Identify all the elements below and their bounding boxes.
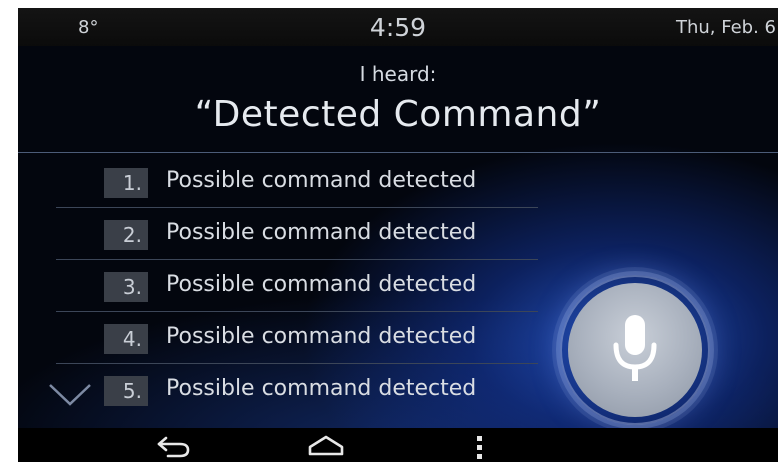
command-item-1[interactable]: 1. Possible command detected: [56, 156, 538, 208]
command-label: Possible command detected: [166, 168, 477, 193]
heard-label: I heard:: [359, 62, 437, 86]
command-number: 2.: [104, 220, 148, 250]
command-number: 4.: [104, 324, 148, 354]
clock: 4:59: [369, 13, 427, 42]
chevron-down-icon[interactable]: [48, 382, 92, 408]
more-vertical-icon[interactable]: [470, 434, 490, 459]
status-bar: 8° 4:59 Thu, Feb. 6: [18, 8, 778, 46]
command-item-2[interactable]: 2. Possible command detected: [56, 208, 538, 260]
command-item-4[interactable]: 4. Possible command detected: [56, 312, 538, 364]
date: Thu, Feb. 6: [675, 17, 776, 38]
command-label: Possible command detected: [166, 324, 477, 349]
command-number: 3.: [104, 272, 148, 302]
navigation-bar: [18, 428, 778, 462]
voice-command-screen: 8° 4:59 Thu, Feb. 6 I heard: “Detected C…: [18, 8, 778, 462]
microphone-button[interactable]: [568, 283, 702, 417]
detected-command: “Detected Command”: [194, 94, 602, 135]
divider: [18, 152, 778, 153]
home-icon[interactable]: [304, 434, 348, 458]
microphone-icon: [613, 315, 657, 381]
command-number: 1.: [104, 168, 148, 198]
command-label: Possible command detected: [166, 376, 477, 401]
command-item-5[interactable]: 5. Possible command detected: [56, 364, 536, 416]
command-label: Possible command detected: [166, 220, 477, 245]
command-number: 5.: [104, 376, 148, 406]
command-label: Possible command detected: [166, 272, 477, 297]
command-item-3[interactable]: 3. Possible command detected: [56, 260, 538, 312]
back-icon[interactable]: [154, 434, 194, 458]
command-list: 1. Possible command detected 2. Possible…: [56, 156, 538, 416]
